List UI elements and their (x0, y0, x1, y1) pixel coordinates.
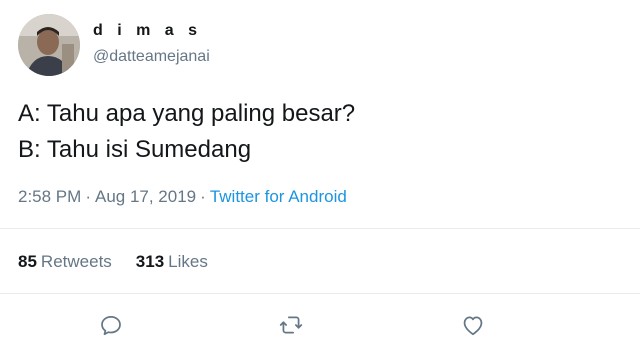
tweet-line-question: A: Tahu apa yang paling besar? (18, 100, 356, 127)
retweet-button[interactable] (276, 310, 306, 340)
likes-count: 313 (135, 252, 165, 271)
divider (0, 293, 640, 294)
tweet-time[interactable]: 2:58 PM (18, 187, 81, 206)
meta-separator: · (85, 187, 91, 206)
retweets-stat[interactable]: 85 Retweets (18, 252, 112, 271)
tweet-stats: 85 Retweets 313 Likes (18, 252, 232, 272)
reply-button[interactable] (96, 310, 126, 340)
tweet-meta: 2:58 PM · Aug 17, 2019 · Twitter for Android (18, 187, 347, 207)
retweets-label: Retweets (40, 252, 112, 271)
heart-icon (463, 316, 483, 336)
avatar-image (18, 14, 80, 76)
reply-icon (101, 316, 121, 336)
tweet-source-link[interactable]: Twitter for Android (210, 187, 347, 206)
tweet-date[interactable]: Aug 17, 2019 (95, 187, 196, 206)
likes-label: Likes (168, 252, 208, 271)
tweet-text: A: Tahu apa yang paling besar? B: Tahu i… (18, 96, 355, 168)
retweet-icon (279, 316, 303, 334)
tweet-line-answer: B: Tahu isi Sumedang (18, 136, 252, 163)
likes-stat[interactable]: 313 Likes (136, 252, 208, 271)
retweets-count: 85 (18, 252, 37, 271)
display-name[interactable]: d i m a s (93, 22, 202, 40)
user-handle[interactable]: @datteamejanai (93, 48, 210, 66)
like-button[interactable] (458, 310, 488, 340)
meta-separator: · (200, 187, 206, 206)
avatar[interactable] (18, 14, 80, 76)
divider (0, 228, 640, 229)
